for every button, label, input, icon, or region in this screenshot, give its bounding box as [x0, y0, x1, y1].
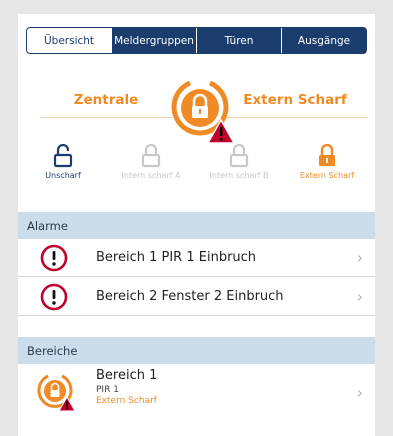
bereich-row-1[interactable]: Bereich 1 PIR 1 Extern Scharf ›: [18, 364, 375, 420]
section-header-alarme: Alarme: [18, 212, 375, 239]
lock-open-icon: [53, 144, 73, 168]
bereich-name: Bereich 1: [96, 368, 158, 383]
lock-closed-icon: [319, 144, 335, 166]
chevron-right-icon: ›: [356, 248, 363, 267]
bereich-row-1-content: Bereich 1 PIR 1 Extern Scharf: [96, 368, 157, 406]
arming-mode-selector: Unscharf Intern scharf A Intern scharf B…: [18, 144, 375, 200]
bereich-state: Extern Scharf: [96, 396, 157, 406]
mode-label-unscharf: Unscharf: [45, 171, 81, 180]
mode-unscharf[interactable]: Unscharf: [18, 144, 108, 180]
mode-label-intern-b: Intern scharf B: [209, 171, 269, 180]
status-label: Extern Scharf: [222, 82, 368, 118]
chevron-right-icon: ›: [356, 287, 363, 306]
mode-intern-scharf-a[interactable]: Intern scharf A: [106, 144, 196, 180]
bereich-sub: PIR 1: [96, 385, 119, 395]
lock-warning-icon: [164, 74, 236, 146]
tab-bar: Übersicht Meldergruppen Türen Ausgänge: [26, 27, 367, 54]
alarm-exclamation-icon: [40, 244, 68, 272]
mode-label-extern: Extern Scharf: [299, 171, 355, 180]
tab-ausgaenge[interactable]: Ausgänge: [281, 28, 366, 53]
zentrale-label: Zentrale: [40, 82, 172, 118]
alarm-row-1[interactable]: Bereich 1 PIR 1 Einbruch ›: [18, 239, 375, 277]
chevron-right-icon: ›: [356, 382, 363, 402]
tab-uebersicht[interactable]: Übersicht: [27, 28, 111, 53]
mode-label-intern-a: Intern scharf A: [121, 171, 181, 180]
mode-extern-scharf[interactable]: Extern Scharf: [282, 144, 372, 180]
lock-warning-icon: [37, 374, 76, 412]
tab-tueren[interactable]: Türen: [196, 28, 281, 53]
alarm-row-1-text: Bereich 1 PIR 1 Einbruch: [96, 250, 257, 265]
alarm-exclamation-icon: [40, 283, 68, 311]
mode-intern-scharf-b[interactable]: Intern scharf B: [194, 144, 284, 180]
app-screen: Übersicht Meldergruppen Türen Ausgänge Z…: [18, 14, 375, 436]
lock-closed-icon: [229, 144, 249, 168]
alarm-row-2[interactable]: Bereich 2 Fenster 2 Einbruch ›: [18, 278, 375, 316]
section-header-bereiche: Bereiche: [18, 337, 375, 364]
alarm-row-2-text: Bereich 2 Fenster 2 Einbruch: [96, 289, 284, 304]
lock-closed-icon: [141, 144, 161, 168]
tab-meldergruppen[interactable]: Meldergruppen: [111, 28, 196, 53]
